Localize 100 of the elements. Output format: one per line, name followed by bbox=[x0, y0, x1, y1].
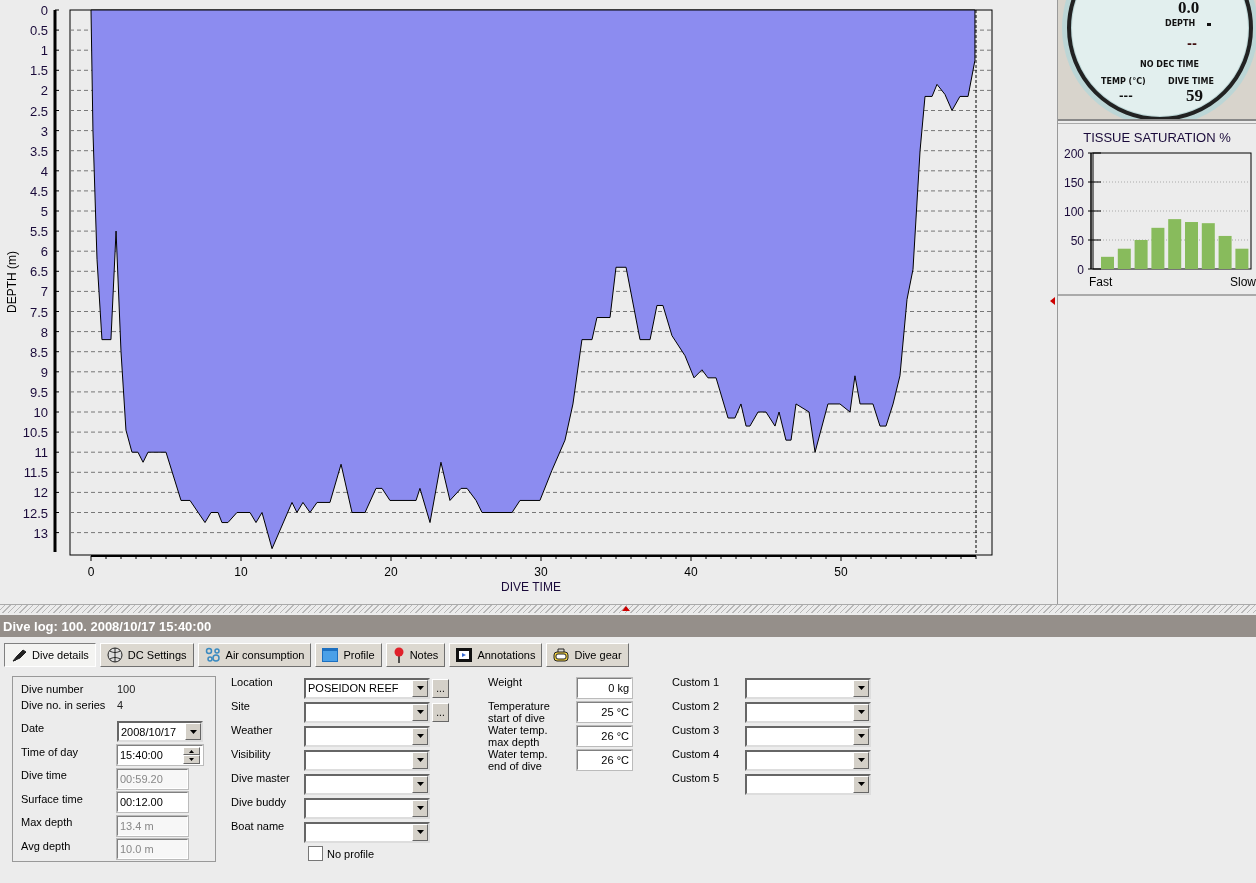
field-label: Custom 4 bbox=[672, 748, 721, 760]
field-label: Max depth bbox=[21, 815, 74, 829]
combo-box[interactable] bbox=[304, 773, 430, 795]
field-label: Water temp. end of dive bbox=[488, 748, 549, 772]
checkbox-label: No profile bbox=[327, 847, 375, 860]
depth-label: DEPTH bbox=[1165, 19, 1196, 28]
deco-reading: -- bbox=[1187, 37, 1197, 51]
date-picker[interactable]: 2008/10/17 bbox=[117, 721, 203, 743]
dropdown-arrow-icon bbox=[416, 782, 424, 786]
dropdown-arrow-icon bbox=[189, 729, 197, 734]
x-tick-label: 20 bbox=[384, 565, 398, 579]
y-tick-label: 7 bbox=[40, 284, 48, 300]
y-tick-label: 2.5 bbox=[29, 103, 48, 119]
input-field[interactable]: 26 °C bbox=[577, 726, 632, 746]
y-tick-label: 50 bbox=[1070, 234, 1084, 248]
field-label: Dive no. in series bbox=[21, 698, 107, 711]
dropdown-arrow-icon bbox=[857, 710, 865, 714]
y-tick-label: 8.5 bbox=[29, 344, 48, 360]
tab[interactable]: DC Settings bbox=[99, 643, 194, 667]
field-label: Custom 5 bbox=[672, 772, 721, 784]
chart-title: TISSUE SATURATION % bbox=[1083, 130, 1231, 145]
bubbles-icon bbox=[204, 647, 221, 663]
y-tick-label: 8 bbox=[40, 324, 48, 340]
y-tick-label: 10.5 bbox=[22, 425, 48, 441]
y-tick-label: 150 bbox=[1063, 176, 1084, 190]
y-tick-label: 9.5 bbox=[29, 384, 48, 400]
field-label: Location bbox=[231, 676, 274, 688]
checkbox[interactable] bbox=[308, 846, 323, 861]
y-tick-label: 6 bbox=[40, 244, 48, 260]
dive-log-title: Dive log: 100. 2008/10/17 15:40:00 bbox=[0, 615, 1256, 637]
dropdown-arrow-icon bbox=[416, 710, 424, 714]
unit-marker-icon bbox=[1207, 23, 1211, 26]
tab[interactable]: Notes bbox=[385, 643, 446, 667]
y-tick-label: 4 bbox=[40, 163, 48, 179]
y-tick-label: 12 bbox=[33, 485, 48, 501]
temperature-label: TEMP (°C) bbox=[1101, 77, 1146, 86]
field-label: Weight bbox=[488, 676, 524, 688]
browse-button[interactable]: ... bbox=[432, 702, 449, 722]
field-label: Avg depth bbox=[21, 838, 72, 852]
x-tick-label: 40 bbox=[684, 565, 698, 579]
input-field[interactable]: 00:12.00 bbox=[117, 792, 188, 813]
y-tick-label: 1 bbox=[40, 43, 48, 59]
input-field[interactable]: 25 °C bbox=[577, 702, 632, 722]
y-tick-label: 11 bbox=[34, 445, 48, 461]
dropdown-arrow-icon bbox=[857, 734, 865, 738]
combo-box[interactable] bbox=[304, 821, 430, 843]
y-tick-label: 7.5 bbox=[29, 304, 48, 320]
combo-box[interactable] bbox=[745, 749, 871, 771]
combo-box[interactable] bbox=[304, 749, 430, 771]
y-tick-label: 9 bbox=[40, 364, 48, 380]
y-tick-label: 12.5 bbox=[22, 505, 48, 521]
pin-icon bbox=[392, 647, 405, 663]
tab[interactable]: Air consumption bbox=[197, 643, 312, 667]
mask-icon bbox=[553, 648, 570, 662]
combo-box[interactable] bbox=[304, 797, 430, 819]
y-tick-label: 100 bbox=[1063, 205, 1084, 219]
y-tick-label: 0 bbox=[40, 3, 48, 18]
axis-end-label: Fast bbox=[1089, 275, 1113, 289]
tab[interactable]: Dive details bbox=[4, 643, 96, 667]
combo-box[interactable] bbox=[745, 677, 871, 699]
tab[interactable]: Annotations bbox=[449, 643, 543, 667]
depth-reading: 0.0 bbox=[1178, 0, 1200, 18]
y-tick-label: 200 bbox=[1063, 147, 1084, 161]
dropdown-arrow-icon bbox=[416, 806, 424, 810]
combo-box[interactable]: POSEIDON REEF bbox=[304, 677, 430, 699]
tab[interactable]: Dive gear bbox=[546, 643, 629, 667]
field-label: Date bbox=[21, 721, 46, 735]
combo-box[interactable] bbox=[304, 701, 430, 723]
field-value: 4 bbox=[117, 698, 124, 711]
field-label: Weather bbox=[231, 724, 274, 736]
field-label: Temperature start of dive bbox=[488, 700, 551, 724]
tab[interactable]: Profile bbox=[315, 643, 382, 667]
field-value: 100 bbox=[117, 683, 136, 695]
combo-box[interactable] bbox=[745, 701, 871, 723]
input-field[interactable]: 0 kg bbox=[577, 678, 632, 698]
temperature-reading: --- bbox=[1119, 89, 1133, 102]
pen-icon bbox=[11, 647, 27, 663]
splitter-handle-icon[interactable] bbox=[622, 606, 630, 611]
down-arrow-icon bbox=[189, 758, 194, 762]
dropdown-arrow-icon bbox=[857, 686, 865, 690]
film-icon bbox=[456, 648, 473, 662]
field-label: Site bbox=[231, 700, 251, 712]
x-axis-title: DIVE TIME bbox=[501, 580, 561, 594]
saturation-bar bbox=[1151, 227, 1165, 269]
field-label: Visibility bbox=[231, 748, 272, 760]
browse-button[interactable]: ... bbox=[432, 678, 449, 698]
combo-box[interactable] bbox=[745, 725, 871, 747]
field-label: Boat name bbox=[231, 820, 286, 832]
no-dec-time-label: NO DEC TIME bbox=[1140, 60, 1199, 69]
collapse-arrow-icon[interactable] bbox=[1050, 297, 1055, 305]
y-tick-label: 0 bbox=[1077, 263, 1084, 277]
input-field[interactable]: 26 °C bbox=[577, 750, 632, 770]
y-tick-label: 10 bbox=[33, 405, 48, 420]
saturation-bar bbox=[1168, 219, 1182, 269]
field-label: Custom 3 bbox=[672, 724, 721, 736]
time-spinner[interactable]: 15:40:00 bbox=[117, 745, 203, 766]
dropdown-arrow-icon bbox=[416, 758, 424, 762]
combo-box[interactable] bbox=[304, 725, 430, 747]
y-tick-label: 11.5 bbox=[23, 465, 48, 481]
combo-box[interactable] bbox=[745, 773, 871, 795]
